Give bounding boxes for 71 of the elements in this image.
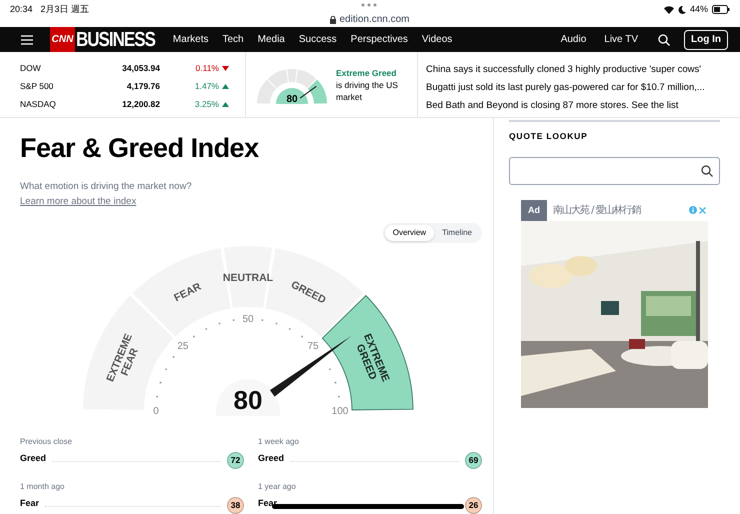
history-rating: Greed xyxy=(258,452,284,465)
lock-icon xyxy=(330,16,336,24)
index-name[interactable]: DOW xyxy=(20,62,100,75)
index-value: 4,179.76 xyxy=(126,80,160,93)
up-triangle-icon xyxy=(222,84,229,89)
history-label: 1 year ago xyxy=(258,481,297,493)
status-date: 2月3日 週五 xyxy=(40,3,90,16)
up-triangle-icon xyxy=(222,102,229,107)
history-rating: Fear xyxy=(20,496,40,510)
tick-label: 0 xyxy=(153,406,159,416)
rating-text: Extreme Greed xyxy=(336,67,398,79)
close-icon[interactable] xyxy=(699,206,706,214)
section-heading: QUOTE LOOKUP xyxy=(509,130,589,143)
segment-label: NEUTRAL xyxy=(222,272,274,284)
nav-link[interactable]: Perspectives xyxy=(350,32,408,47)
nav-link[interactable]: Audio xyxy=(560,32,586,47)
mini-gauge-score: 80 xyxy=(286,94,298,105)
moon-icon xyxy=(678,6,686,14)
history-score: 72 xyxy=(227,452,244,469)
section-logo[interactable]: BUSINESS xyxy=(76,24,155,55)
index-value: 34,053.94 xyxy=(121,62,160,75)
search-icon[interactable] xyxy=(658,34,670,46)
change-percent: 0.11% xyxy=(196,62,219,75)
change-percent: 3.25% xyxy=(194,98,219,111)
page-title: Fear & Greed Index xyxy=(20,132,260,165)
nav-link[interactable]: Tech xyxy=(222,32,244,47)
ad-badge: Ad xyxy=(521,200,547,221)
status-time: 20:34 xyxy=(10,3,33,16)
login-button[interactable]: Log In xyxy=(684,30,728,50)
history-rating: Greed xyxy=(20,452,46,465)
search-icon[interactable] xyxy=(701,164,713,177)
tick-label: 75 xyxy=(308,340,319,352)
info-icon[interactable] xyxy=(689,206,697,214)
cnn-logo[interactable]: CNN xyxy=(50,27,75,52)
index-name[interactable]: NASDAQ xyxy=(20,98,100,111)
gauge-score: 80 xyxy=(234,385,262,415)
nav-link[interactable]: Success xyxy=(298,32,337,47)
nav-link[interactable]: Markets xyxy=(172,32,208,47)
tick-label: 50 xyxy=(242,314,254,325)
battery-icon xyxy=(712,5,730,14)
learn-more-link[interactable]: Learn more about the index xyxy=(20,194,136,209)
tick-label: 25 xyxy=(177,340,188,352)
history-score: 26 xyxy=(465,497,482,514)
subtitle: What emotion is driving the market now? xyxy=(20,180,193,194)
battery-percent: 44% xyxy=(690,3,708,16)
history-label: 1 week ago xyxy=(258,436,300,448)
nav-link[interactable]: Live TV xyxy=(604,32,638,47)
score-background xyxy=(216,379,280,416)
menu-icon[interactable] xyxy=(21,34,33,44)
down-triangle-icon xyxy=(222,66,229,71)
nav-link[interactable]: Media xyxy=(258,32,285,47)
history-score: 69 xyxy=(465,452,482,469)
url-text[interactable]: edition.cnn.com xyxy=(339,12,410,27)
index-value: 12,200.82 xyxy=(121,98,160,111)
more-icon[interactable] xyxy=(360,3,378,7)
index-name[interactable]: S&P 500 xyxy=(20,80,100,93)
news-headline[interactable]: China says it successfully cloned 3 highly productive 'super cows' xyxy=(426,63,740,76)
news-headline[interactable]: Bugatti just sold its last purely gas-powered car for $10.7 million,... xyxy=(426,81,740,94)
news-headline[interactable]: Bed Bath and Beyond is closing 87 more stores. See the list xyxy=(426,99,740,112)
history-score: 38 xyxy=(227,497,244,514)
change-percent: 1.47% xyxy=(194,80,219,93)
advertiser-name: 南山大苑 / 愛山林行銷 xyxy=(553,204,641,218)
wifi-icon xyxy=(664,6,674,14)
view-tab[interactable]: Timeline xyxy=(434,225,480,241)
history-label: Previous close xyxy=(20,436,74,448)
quote-search-field[interactable] xyxy=(509,156,720,185)
nav-link[interactable]: Videos xyxy=(422,32,452,47)
history-label: 1 month ago xyxy=(20,481,66,493)
tick-label: 100 xyxy=(332,406,348,416)
rating-description: is driving the US market xyxy=(336,79,399,103)
view-tab[interactable]: Overview xyxy=(384,225,434,241)
